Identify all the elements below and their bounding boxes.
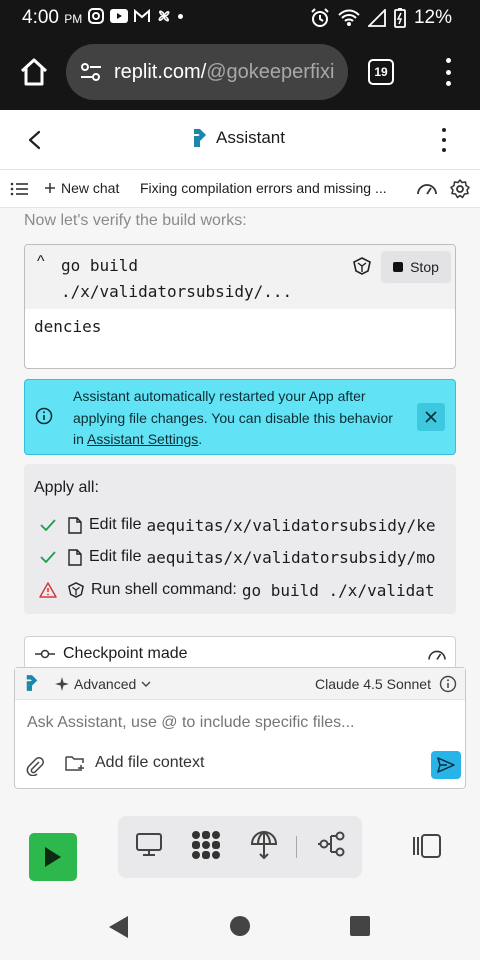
model-selector[interactable]: Claude 4.5 Sonnet	[315, 676, 431, 692]
sparkle-icon	[55, 677, 69, 691]
url-text[interactable]: replit.com/@gokeeperfixi	[114, 61, 334, 84]
browser-menu-button[interactable]	[438, 56, 458, 88]
new-chat-button[interactable]: New chat	[44, 180, 119, 196]
run-button[interactable]	[29, 833, 77, 881]
alarm-icon	[311, 8, 329, 27]
signal-icon	[367, 9, 386, 27]
notification-icons	[88, 8, 183, 24]
nav-home-icon[interactable]	[229, 915, 251, 937]
assistant-composer: Advanced Claude 4.5 Sonnet Add file cont…	[14, 667, 466, 789]
fan-icon	[158, 10, 170, 22]
nav-back-icon[interactable]	[108, 915, 130, 939]
apply-item[interactable]: Edit file aequitas/x/validatorsubsidy/ke	[24, 511, 456, 539]
paperclip-icon[interactable]	[25, 756, 45, 776]
usage-gauge-icon[interactable]	[416, 180, 438, 198]
checkmark-icon	[40, 519, 56, 531]
status-bar: 4:00 PM 12%	[0, 0, 480, 34]
shell-icon	[68, 582, 84, 598]
command-output: dencies	[34, 317, 102, 336]
assistant-header: Assistant	[0, 110, 480, 170]
stop-icon	[393, 262, 404, 272]
replit-page: Assistant New chat Fixing compilation er…	[0, 110, 480, 960]
home-icon[interactable]	[18, 56, 50, 88]
monitor-icon[interactable]	[135, 830, 163, 858]
system-icons: 12%	[310, 7, 452, 29]
add-file-context-button[interactable]: Add file context	[65, 754, 204, 772]
gear-icon[interactable]	[450, 179, 470, 199]
toolbar-separator	[296, 836, 297, 858]
apply-all-title: Apply all:	[34, 479, 99, 496]
play-icon	[45, 847, 61, 867]
send-icon	[437, 757, 455, 773]
tab-switcher-button[interactable]: 19	[368, 59, 394, 85]
shell-icon	[353, 257, 371, 275]
usage-gauge-icon[interactable]	[427, 647, 447, 663]
info-icon[interactable]	[439, 675, 457, 693]
dismiss-banner-button[interactable]	[417, 403, 445, 431]
checkpoint-label: Checkpoint made	[63, 645, 188, 662]
page-title: Assistant	[192, 128, 285, 148]
git-icon[interactable]	[318, 830, 346, 858]
split-panel-icon[interactable]	[412, 833, 442, 859]
apply-item[interactable]: Edit file aequitas/x/validatorsubsidy/mo	[24, 543, 456, 571]
gmail-icon	[134, 9, 150, 22]
tool-group	[118, 816, 362, 878]
command-text: go build ./x/validatorsubsidy/...	[61, 256, 293, 301]
folder-add-icon	[65, 756, 84, 771]
battery-charging-icon	[394, 8, 406, 28]
title-label: Assistant	[216, 128, 285, 147]
assistant-logo-icon	[194, 129, 206, 147]
status-time: 4:00 PM	[22, 7, 83, 28]
chat-history-icon[interactable]	[10, 181, 28, 197]
file-icon	[68, 516, 82, 534]
checkmark-icon	[40, 551, 56, 563]
warning-icon	[39, 582, 57, 598]
all-tools-icon[interactable]	[191, 830, 221, 860]
instagram-icon	[88, 8, 104, 24]
mode-selector[interactable]: Advanced	[55, 676, 151, 692]
workspace-toolbar	[0, 789, 480, 907]
prompt-input[interactable]	[27, 714, 447, 732]
send-button[interactable]	[431, 751, 461, 779]
more-notifications-dot	[178, 13, 183, 19]
address-bar[interactable]: replit.com/@gokeeperfixi	[66, 44, 348, 100]
info-text: Assistant automatically restarted your A…	[73, 388, 393, 447]
assistant-message: Now let's verify the build works:	[24, 212, 247, 229]
browser-toolbar: replit.com/@gokeeperfixi 19	[0, 34, 480, 110]
assistant-menu-button[interactable]	[434, 126, 454, 154]
deploy-icon[interactable]	[250, 830, 278, 860]
chevron-down-icon	[141, 681, 151, 687]
command-header[interactable]: ^ go build ./x/validatorsubsidy/... Stop	[25, 245, 455, 309]
android-nav-bar	[0, 907, 480, 960]
composer-options-row: Advanced Claude 4.5 Sonnet	[15, 668, 465, 700]
apply-item[interactable]: Run shell command: go build ./x/validat	[24, 576, 456, 604]
auto-restart-info-banner: Assistant automatically restarted your A…	[24, 379, 456, 455]
apply-all-card: Apply all: Edit file aequitas/x/validato…	[24, 464, 456, 614]
shell-command-card: ^ go build ./x/validatorsubsidy/... Stop…	[24, 244, 456, 369]
close-icon	[425, 411, 437, 423]
assistant-settings-link[interactable]: Assistant Settings	[87, 431, 198, 447]
nav-recents-icon[interactable]	[349, 915, 371, 937]
stop-button[interactable]: Stop	[381, 251, 451, 283]
collapse-caret-icon[interactable]: ^	[37, 253, 45, 271]
file-icon	[68, 548, 82, 566]
chat-title[interactable]: Fixing compilation errors and missing ..…	[140, 180, 406, 196]
chat-bar: New chat Fixing compilation errors and m…	[0, 170, 480, 208]
youtube-icon	[110, 9, 128, 23]
info-icon	[35, 407, 53, 425]
plus-icon	[45, 183, 55, 193]
assistant-logo-icon	[26, 675, 38, 691]
battery-percent: 12%	[413, 7, 452, 28]
commit-icon	[35, 649, 55, 659]
site-settings-icon[interactable]	[80, 62, 102, 82]
back-arrow-icon[interactable]	[24, 128, 46, 152]
wifi-icon	[338, 9, 360, 26]
